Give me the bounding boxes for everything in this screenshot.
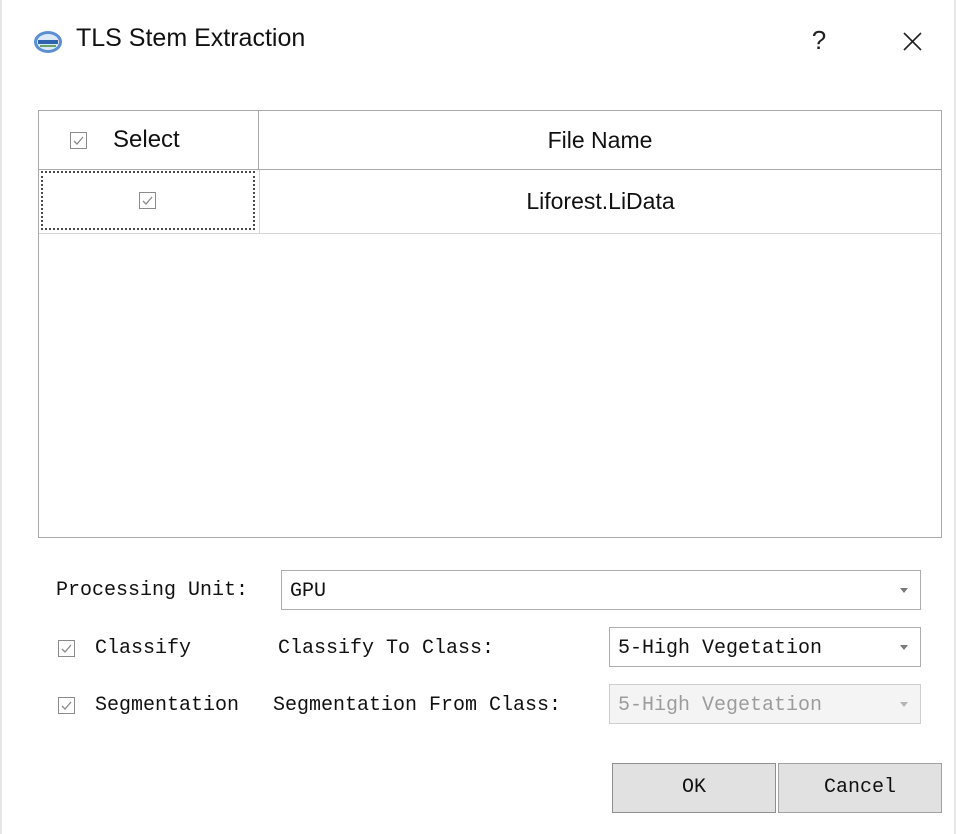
column-header-file-name[interactable]: File Name [259, 111, 941, 169]
column-header-select[interactable]: Select [39, 111, 259, 169]
file-table: Select File Name Liforest.LiData [38, 110, 942, 538]
row-select-cell[interactable] [41, 171, 255, 230]
close-icon [903, 32, 922, 51]
help-button[interactable]: ? [802, 20, 836, 60]
tls-stem-extraction-dialog: TLS Stem Extraction ? Select File Name L… [0, 0, 956, 834]
app-logo-icon [33, 29, 63, 55]
classify-to-class-label: Classify To Class: [278, 637, 495, 660]
processing-unit-label: Processing Unit: [56, 579, 249, 602]
dropdown-arrow-icon [900, 645, 908, 650]
dropdown-arrow-icon [900, 702, 908, 707]
ok-button[interactable]: OK [612, 763, 776, 813]
row-checkbox[interactable] [139, 192, 156, 209]
classify-label[interactable]: Classify [95, 637, 191, 660]
dropdown-arrow-icon [900, 588, 908, 593]
classify-checkbox[interactable] [58, 640, 75, 657]
table-header: Select File Name [39, 111, 941, 170]
processing-unit-select[interactable]: GPU [281, 570, 921, 610]
table-row[interactable]: Liforest.LiData [39, 170, 941, 234]
checkmark-icon [61, 701, 72, 710]
close-button[interactable] [895, 24, 929, 58]
segmentation-from-class-label: Segmentation From Class: [273, 694, 562, 717]
window-title: TLS Stem Extraction [76, 24, 306, 52]
row-file-name[interactable]: Liforest.LiData [259, 170, 941, 233]
classify-to-class-select[interactable]: 5-High Vegetation [609, 627, 921, 667]
checkmark-icon [73, 136, 84, 145]
cancel-button[interactable]: Cancel [778, 763, 942, 813]
checkmark-icon [142, 196, 153, 205]
segmentation-label[interactable]: Segmentation [95, 694, 239, 717]
segmentation-from-class-select[interactable]: 5-High Vegetation [609, 684, 921, 724]
select-all-checkbox[interactable] [70, 132, 87, 149]
processing-unit-value: GPU [290, 580, 327, 603]
checkmark-icon [61, 644, 72, 653]
column-header-select-label: Select [113, 126, 180, 153]
segmentation-from-class-value: 5-High Vegetation [618, 694, 823, 717]
classify-to-class-value: 5-High Vegetation [618, 637, 823, 660]
title-bar: TLS Stem Extraction ? [2, 0, 954, 88]
segmentation-checkbox[interactable] [58, 697, 75, 714]
